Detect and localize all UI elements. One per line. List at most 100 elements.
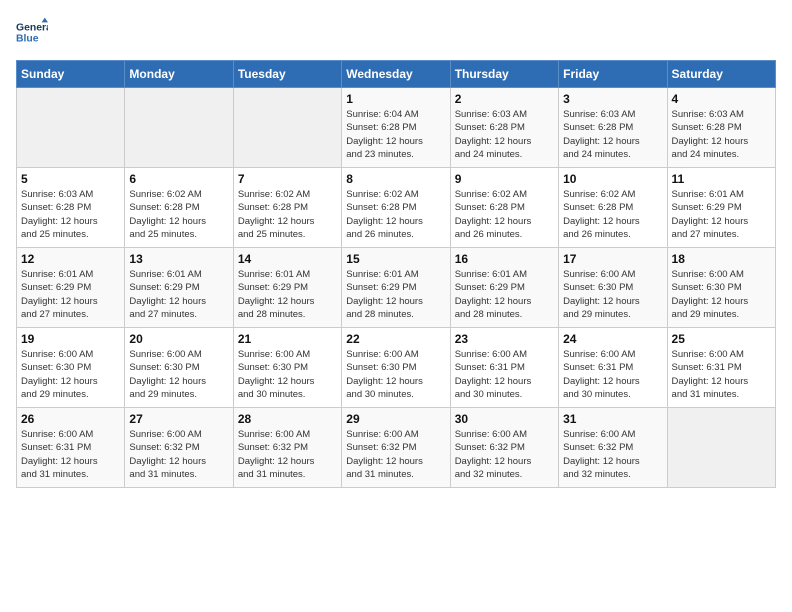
calendar-cell: 12 Sunrise: 6:01 AM Sunset: 6:29 PM Dayli… [17,248,125,328]
day-info: Sunrise: 6:01 AM Sunset: 6:29 PM Dayligh… [672,188,771,241]
day-number: 23 [455,332,554,346]
calendar-cell [233,88,341,168]
calendar-cell: 15 Sunrise: 6:01 AM Sunset: 6:29 PM Dayli… [342,248,450,328]
day-number: 15 [346,252,445,266]
day-info: Sunrise: 6:01 AM Sunset: 6:29 PM Dayligh… [455,268,554,321]
calendar-cell: 16 Sunrise: 6:01 AM Sunset: 6:29 PM Dayli… [450,248,558,328]
day-number: 1 [346,92,445,106]
day-info: Sunrise: 6:00 AM Sunset: 6:30 PM Dayligh… [21,348,120,401]
calendar-cell: 2 Sunrise: 6:03 AM Sunset: 6:28 PM Daylig… [450,88,558,168]
calendar-week-row: 5 Sunrise: 6:03 AM Sunset: 6:28 PM Daylig… [17,168,776,248]
calendar-cell: 4Sunrise: 6:03 AM Sunset: 6:28 PM Daylig… [667,88,775,168]
calendar-cell: 27 Sunrise: 6:00 AM Sunset: 6:32 PM Dayli… [125,408,233,488]
day-header-saturday: Saturday [667,61,775,88]
calendar-cell: 9Sunrise: 6:02 AM Sunset: 6:28 PM Daylig… [450,168,558,248]
calendar-cell [667,408,775,488]
page-header: General Blue [16,16,776,48]
logo: General Blue [16,16,56,48]
day-info: Sunrise: 6:00 AM Sunset: 6:32 PM Dayligh… [455,428,554,481]
day-header-monday: Monday [125,61,233,88]
calendar-cell: 23 Sunrise: 6:00 AM Sunset: 6:31 PM Dayli… [450,328,558,408]
calendar-header: SundayMondayTuesdayWednesdayThursdayFrid… [17,61,776,88]
day-number: 12 [21,252,120,266]
day-info: Sunrise: 6:03 AM Sunset: 6:28 PM Dayligh… [21,188,120,241]
calendar-table: SundayMondayTuesdayWednesdayThursdayFrid… [16,60,776,488]
day-info: Sunrise: 6:03 AM Sunset: 6:28 PM Dayligh… [563,108,662,161]
calendar-cell: 25 Sunrise: 6:00 AM Sunset: 6:31 PM Dayli… [667,328,775,408]
day-number: 26 [21,412,120,426]
calendar-cell: 22 Sunrise: 6:00 AM Sunset: 6:30 PM Dayli… [342,328,450,408]
day-info: Sunrise: 6:00 AM Sunset: 6:32 PM Dayligh… [346,428,445,481]
day-info: Sunrise: 6:02 AM Sunset: 6:28 PM Dayligh… [238,188,337,241]
day-info: Sunrise: 6:02 AM Sunset: 6:28 PM Dayligh… [129,188,228,241]
day-info: Sunrise: 6:04 AM Sunset: 6:28 PM Dayligh… [346,108,445,161]
calendar-cell: 30Sunrise: 6:00 AM Sunset: 6:32 PM Dayli… [450,408,558,488]
svg-text:Blue: Blue [16,34,39,45]
calendar-cell: 20Sunrise: 6:00 AM Sunset: 6:30 PM Dayli… [125,328,233,408]
day-info: Sunrise: 6:01 AM Sunset: 6:29 PM Dayligh… [21,268,120,321]
calendar-cell: 24 Sunrise: 6:00 AM Sunset: 6:31 PM Dayli… [559,328,667,408]
day-info: Sunrise: 6:00 AM Sunset: 6:30 PM Dayligh… [129,348,228,401]
day-info: Sunrise: 6:00 AM Sunset: 6:30 PM Dayligh… [346,348,445,401]
calendar-cell: 26 Sunrise: 6:00 AM Sunset: 6:31 PM Dayli… [17,408,125,488]
calendar-week-row: 1 Sunrise: 6:04 AM Sunset: 6:28 PM Daylig… [17,88,776,168]
day-number: 16 [455,252,554,266]
day-header-friday: Friday [559,61,667,88]
day-info: Sunrise: 6:02 AM Sunset: 6:28 PM Dayligh… [455,188,554,241]
day-info: Sunrise: 6:01 AM Sunset: 6:29 PM Dayligh… [238,268,337,321]
calendar-cell: 14Sunrise: 6:01 AM Sunset: 6:29 PM Dayli… [233,248,341,328]
day-number: 24 [563,332,662,346]
day-number: 28 [238,412,337,426]
day-number: 5 [21,172,120,186]
day-info: Sunrise: 6:03 AM Sunset: 6:28 PM Dayligh… [672,108,771,161]
day-info: Sunrise: 6:01 AM Sunset: 6:29 PM Dayligh… [129,268,228,321]
day-number: 13 [129,252,228,266]
day-number: 27 [129,412,228,426]
calendar-week-row: 12 Sunrise: 6:01 AM Sunset: 6:29 PM Dayli… [17,248,776,328]
day-header-thursday: Thursday [450,61,558,88]
day-number: 6 [129,172,228,186]
day-info: Sunrise: 6:00 AM Sunset: 6:32 PM Dayligh… [563,428,662,481]
day-number: 25 [672,332,771,346]
calendar-cell: 6 Sunrise: 6:02 AM Sunset: 6:28 PM Daylig… [125,168,233,248]
day-info: Sunrise: 6:00 AM Sunset: 6:31 PM Dayligh… [672,348,771,401]
day-number: 31 [563,412,662,426]
day-info: Sunrise: 6:01 AM Sunset: 6:29 PM Dayligh… [346,268,445,321]
day-info: Sunrise: 6:02 AM Sunset: 6:28 PM Dayligh… [346,188,445,241]
calendar-cell: 5 Sunrise: 6:03 AM Sunset: 6:28 PM Daylig… [17,168,125,248]
day-header-wednesday: Wednesday [342,61,450,88]
day-number: 19 [21,332,120,346]
day-number: 17 [563,252,662,266]
day-info: Sunrise: 6:00 AM Sunset: 6:30 PM Dayligh… [238,348,337,401]
day-info: Sunrise: 6:00 AM Sunset: 6:31 PM Dayligh… [563,348,662,401]
calendar-cell [125,88,233,168]
calendar-cell: 17Sunrise: 6:00 AM Sunset: 6:30 PM Dayli… [559,248,667,328]
day-number: 7 [238,172,337,186]
day-number: 21 [238,332,337,346]
calendar-cell: 21 Sunrise: 6:00 AM Sunset: 6:30 PM Dayli… [233,328,341,408]
day-number: 2 [455,92,554,106]
day-number: 22 [346,332,445,346]
day-number: 3 [563,92,662,106]
day-info: Sunrise: 6:00 AM Sunset: 6:31 PM Dayligh… [455,348,554,401]
day-number: 8 [346,172,445,186]
calendar-cell: 8 Sunrise: 6:02 AM Sunset: 6:28 PM Daylig… [342,168,450,248]
day-info: Sunrise: 6:03 AM Sunset: 6:28 PM Dayligh… [455,108,554,161]
calendar-cell: 31 Sunrise: 6:00 AM Sunset: 6:32 PM Dayli… [559,408,667,488]
day-info: Sunrise: 6:02 AM Sunset: 6:28 PM Dayligh… [563,188,662,241]
day-info: Sunrise: 6:00 AM Sunset: 6:31 PM Dayligh… [21,428,120,481]
calendar-cell: 19 Sunrise: 6:00 AM Sunset: 6:30 PM Dayli… [17,328,125,408]
day-number: 10 [563,172,662,186]
calendar-week-row: 26 Sunrise: 6:00 AM Sunset: 6:31 PM Dayli… [17,408,776,488]
calendar-cell: 18Sunrise: 6:00 AM Sunset: 6:30 PM Dayli… [667,248,775,328]
calendar-cell: 11 Sunrise: 6:01 AM Sunset: 6:29 PM Dayli… [667,168,775,248]
calendar-week-row: 19 Sunrise: 6:00 AM Sunset: 6:30 PM Dayli… [17,328,776,408]
day-info: Sunrise: 6:00 AM Sunset: 6:32 PM Dayligh… [129,428,228,481]
generalblue-logo-icon: General Blue [16,16,48,48]
calendar-cell: 13 Sunrise: 6:01 AM Sunset: 6:29 PM Dayli… [125,248,233,328]
day-number: 29 [346,412,445,426]
calendar-cell [17,88,125,168]
day-number: 11 [672,172,771,186]
day-info: Sunrise: 6:00 AM Sunset: 6:32 PM Dayligh… [238,428,337,481]
calendar-cell: 7 Sunrise: 6:02 AM Sunset: 6:28 PM Daylig… [233,168,341,248]
